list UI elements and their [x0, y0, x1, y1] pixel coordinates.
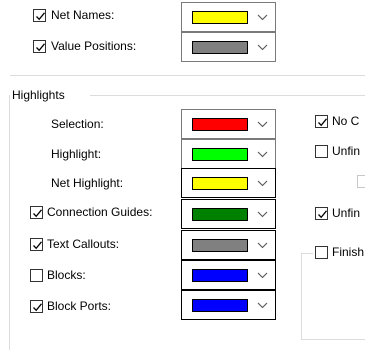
right-option-checkbox-3[interactable] [357, 175, 365, 188]
checkmark-icon [36, 43, 46, 52]
chevron-down-icon [257, 151, 268, 158]
chevron-down-icon [257, 211, 268, 218]
right-option-checkbox-4[interactable] [315, 207, 328, 220]
highlights-title: Highlights [12, 87, 69, 103]
chevron-down-icon [257, 14, 268, 21]
text-callouts-label: Text Callouts: [47, 237, 120, 251]
checkmark-icon [318, 210, 328, 219]
net-highlight-label: Net Highlight: [51, 176, 124, 190]
selection-label: Selection: [51, 117, 104, 131]
net-names-label: Net Names: [51, 8, 115, 22]
color-swatch [192, 118, 248, 131]
right-option-checkbox-1[interactable] [315, 115, 328, 128]
color-swatch [192, 299, 248, 312]
blocks-color-select[interactable] [181, 260, 276, 290]
connection-guides-checkbox[interactable] [30, 206, 43, 219]
blocks-label: Blocks: [47, 268, 86, 282]
checkmark-icon [33, 241, 43, 250]
value-positions-checkbox[interactable] [33, 40, 46, 53]
block-ports-color-select[interactable] [181, 290, 276, 320]
chevron-down-icon [257, 44, 268, 51]
group-border [301, 253, 302, 339]
connection-guides-color-select[interactable] [181, 199, 276, 229]
block-ports-label: Block Ports: [47, 299, 112, 313]
net-names-color-select[interactable] [181, 2, 276, 32]
color-swatch [192, 148, 248, 161]
selection-color-select[interactable] [181, 109, 276, 139]
right-option-label-4: Unfin [332, 206, 361, 220]
checkmark-icon [36, 12, 46, 21]
text-callouts-color-select[interactable] [181, 230, 276, 260]
chevron-down-icon [257, 121, 268, 128]
value-positions-label: Value Positions: [51, 39, 137, 53]
right-option-label-1: No C [332, 114, 360, 128]
right-option-label-5: Finish [332, 245, 365, 259]
color-swatch [192, 177, 248, 190]
chevron-down-icon [257, 302, 268, 309]
checkmark-icon [33, 303, 43, 312]
divider [10, 75, 365, 76]
color-swatch [192, 269, 248, 282]
chevron-down-icon [257, 272, 268, 279]
connection-guides-label: Connection Guides: [47, 205, 153, 219]
highlight-label: Highlight: [51, 147, 102, 161]
net-highlight-color-select[interactable] [181, 168, 276, 198]
blocks-checkbox[interactable] [30, 269, 43, 282]
net-names-checkbox[interactable] [33, 9, 46, 22]
group-border [301, 339, 365, 340]
color-swatch [192, 11, 248, 24]
checkmark-icon [33, 209, 43, 218]
text-callouts-checkbox[interactable] [30, 238, 43, 251]
group-border [9, 95, 10, 350]
value-positions-color-select[interactable] [181, 32, 276, 62]
chevron-down-icon [257, 242, 268, 249]
chevron-down-icon [257, 180, 268, 187]
highlight-color-select[interactable] [181, 139, 276, 169]
right-option-checkbox-5[interactable] [315, 246, 328, 259]
color-swatch [192, 41, 248, 54]
checkmark-icon [318, 118, 328, 127]
group-border [301, 253, 313, 254]
right-option-checkbox-2[interactable] [315, 145, 328, 158]
color-swatch [192, 239, 248, 252]
right-option-label-2: Unfin [332, 144, 361, 158]
group-border [90, 95, 365, 96]
color-swatch [192, 208, 248, 221]
block-ports-checkbox[interactable] [30, 300, 43, 313]
